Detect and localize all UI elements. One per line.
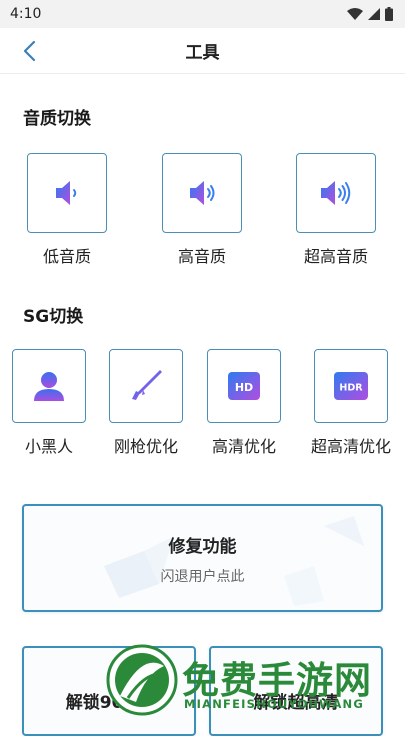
repair-card-title: 修复功能 (168, 537, 237, 557)
unlock-90fps-card[interactable]: 解锁90～1 (22, 646, 196, 736)
audio-option-box[interactable] (27, 153, 107, 233)
audio-option-low[interactable]: 低音质 (26, 153, 108, 267)
back-button[interactable] (16, 38, 42, 64)
unlock-uhd-card[interactable]: 解锁超高清 (209, 646, 383, 736)
speaker-low-icon (56, 181, 77, 205)
sg-option-person[interactable]: 小黑人 (10, 349, 88, 457)
sg-option-label: 高清优化 (211, 437, 276, 456)
audio-option-box[interactable] (162, 153, 242, 233)
unlock-uhd-title: 解锁超高清 (253, 693, 339, 713)
card-background-decoration (104, 516, 364, 606)
sg-option-rifle[interactable]: 刚枪优化 (104, 349, 188, 457)
audio-option-label: 低音质 (42, 247, 91, 266)
sg-option-box[interactable] (109, 349, 183, 423)
speaker-high-icon (321, 181, 351, 205)
sg-option-label: 刚枪优化 (113, 437, 178, 456)
sg-option-box[interactable]: HDR (314, 349, 388, 423)
sg-option-box[interactable] (12, 349, 86, 423)
sg-option-box[interactable]: HD (207, 349, 281, 423)
sg-option-label: 超高清优化 (310, 437, 391, 456)
sg-option-hdr[interactable]: HDR 超高清优化 (302, 349, 400, 457)
hd-badge-text: HD (235, 381, 253, 394)
audio-section-title: 音质切换 (23, 109, 91, 129)
repair-card[interactable]: 修复功能 闪退用户点此 (22, 504, 383, 612)
audio-option-medium[interactable]: 高音质 (161, 153, 243, 267)
page-title: 工具 (185, 43, 220, 63)
audio-option-label: 高音质 (177, 247, 226, 266)
status-time: 4:10 (10, 6, 42, 22)
rifle-icon (132, 370, 162, 400)
status-bar: 4:10 (0, 0, 405, 28)
sg-section-title: SG切换 (23, 307, 84, 327)
header: 工具 (0, 28, 405, 74)
unlock-90fps-title: 解锁90～1 (65, 693, 153, 713)
hdr-badge-text: HDR (339, 383, 363, 394)
hdr-icon: HDR (334, 372, 368, 400)
audio-option-box[interactable] (296, 153, 376, 233)
audio-option-label: 超高音质 (303, 247, 368, 266)
speaker-medium-icon (190, 181, 215, 205)
status-icons (347, 7, 393, 21)
hd-icon: HD (228, 372, 260, 400)
wifi-icon (347, 8, 363, 20)
sg-option-hd[interactable]: HD 高清优化 (201, 349, 287, 457)
chevron-left-icon (23, 40, 36, 62)
repair-card-subtitle: 闪退用户点此 (160, 569, 245, 585)
battery-icon (385, 7, 393, 21)
cellular-signal-icon (368, 8, 380, 20)
audio-option-high[interactable]: 超高音质 (286, 153, 386, 267)
person-icon (34, 372, 64, 401)
sg-option-label: 小黑人 (24, 437, 73, 456)
